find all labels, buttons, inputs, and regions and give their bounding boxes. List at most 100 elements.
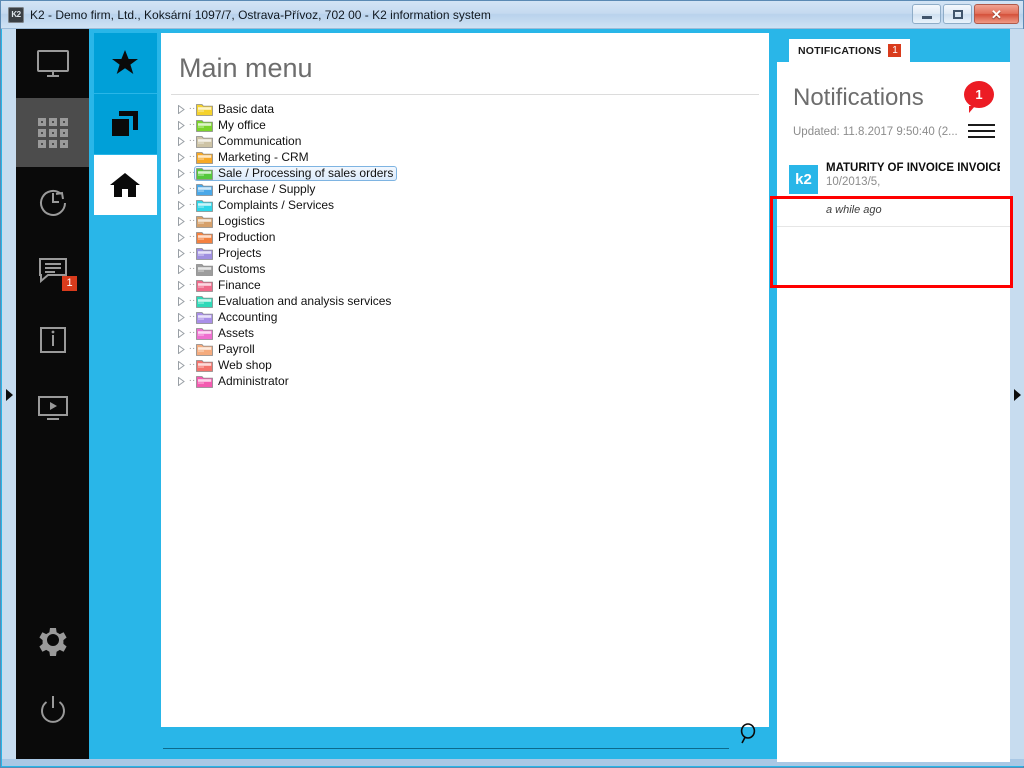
tree-connector: ·· — [188, 343, 196, 354]
tree-item-marketing-crm[interactable]: ·· Marketing - CRM — [173, 149, 769, 165]
folder-icon — [196, 374, 213, 388]
expand-arrow-icon[interactable] — [175, 184, 188, 194]
notification-item[interactable]: k2 MATURITY OF INVOICE INVOICES O... 10/20… — [777, 154, 1010, 227]
tree-item-basic-data[interactable]: ·· Basic data — [173, 101, 769, 117]
rail-item-messages[interactable]: 1 — [16, 236, 89, 305]
tree-item-communication[interactable]: ·· Communication — [173, 133, 769, 149]
notification-avatar: k2 — [789, 165, 818, 194]
rail-item-info[interactable] — [16, 305, 89, 374]
tree-item-purchase-supply[interactable]: ·· Purchase / Supply — [173, 181, 769, 197]
tree-item-complaints-services[interactable]: ·· Complaints / Services — [173, 197, 769, 213]
expand-arrow-icon[interactable] — [175, 232, 188, 242]
expand-arrow-icon[interactable] — [175, 152, 188, 162]
hamburger-menu-icon[interactable] — [968, 124, 995, 142]
tree-item-label: Evaluation and analysis services — [218, 294, 392, 308]
tree-connector: ·· — [188, 375, 196, 386]
expand-arrow-icon[interactable] — [175, 248, 188, 258]
tree-item-content: Customs — [196, 262, 265, 277]
tree-item-payroll[interactable]: ·· Payroll — [173, 341, 769, 357]
notification-title: MATURITY OF INVOICE INVOICES O... — [826, 162, 1000, 174]
rail-item-media[interactable] — [16, 374, 89, 443]
magnifier-icon — [740, 723, 756, 744]
power-icon — [40, 695, 65, 723]
folder-icon — [196, 278, 213, 292]
search-button[interactable] — [735, 719, 761, 749]
hamburger-line — [968, 124, 995, 126]
tree-item-finance[interactable]: ·· Finance — [173, 277, 769, 293]
rail-item-desktop[interactable] — [16, 29, 89, 98]
tree-connector: ·· — [188, 135, 196, 146]
expand-arrow-icon[interactable] — [175, 216, 188, 226]
folder-icon — [196, 182, 213, 196]
minimize-button[interactable] — [912, 4, 941, 24]
rail-item-history[interactable] — [16, 167, 89, 236]
tree-item-label: My office — [218, 118, 266, 132]
right-panel-expander[interactable] — [1010, 29, 1024, 761]
expand-arrow-icon[interactable] — [175, 328, 188, 338]
expand-arrow-icon[interactable] — [175, 104, 188, 114]
tree-item-my-office[interactable]: ·· My office — [173, 117, 769, 133]
tree-item-content: Accounting — [196, 310, 277, 325]
expand-arrow-icon[interactable] — [175, 376, 188, 386]
hamburger-line — [968, 136, 995, 138]
window-title: K2 - Demo firm, Ltd., Koksární 1097/7, O… — [30, 7, 491, 22]
notification-timestamp: a while ago — [826, 204, 882, 216]
close-button[interactable]: ✕ — [974, 4, 1019, 24]
maximize-button[interactable] — [943, 4, 972, 24]
tree-item-content: Communication — [196, 134, 301, 149]
expand-arrow-icon[interactable] — [175, 120, 188, 130]
expand-arrow-icon[interactable] — [175, 136, 188, 146]
expand-arrow-icon[interactable] — [175, 200, 188, 210]
tree-item-content: Marketing - CRM — [196, 150, 309, 165]
expand-arrow-icon[interactable] — [175, 280, 188, 290]
tree-item-web-shop[interactable]: ·· Web shop — [173, 357, 769, 373]
expand-arrow-icon[interactable] — [175, 360, 188, 370]
expand-arrow-icon[interactable] — [175, 344, 188, 354]
search-input[interactable] — [163, 724, 729, 749]
rail-item-apps[interactable] — [16, 98, 89, 167]
nav-item-home[interactable] — [93, 155, 157, 216]
home-icon — [110, 173, 140, 197]
expand-arrow-icon[interactable] — [175, 264, 188, 274]
tree-item-customs[interactable]: ·· Customs — [173, 261, 769, 277]
folder-icon — [196, 214, 213, 228]
gear-icon — [38, 627, 67, 656]
close-icon: ✕ — [991, 6, 1002, 22]
nav-item-open-windows[interactable] — [93, 94, 157, 155]
rail-item-settings[interactable] — [16, 605, 89, 674]
folder-icon — [196, 358, 213, 372]
tree-item-logistics[interactable]: ·· Logistics — [173, 213, 769, 229]
app-icon-label: K2 — [11, 10, 21, 19]
tree-item-content: Finance — [196, 278, 261, 293]
windows-stack-icon — [112, 111, 138, 136]
tree-item-assets[interactable]: ·· Assets — [173, 325, 769, 341]
tree-connector: ·· — [188, 279, 196, 290]
tree-item-content: Basic data — [196, 102, 274, 117]
tree-item-production[interactable]: ·· Production — [173, 229, 769, 245]
notification-subtitle: 10/2013/5, — [826, 176, 881, 188]
tree-item-evaluation-and-analysis-services[interactable]: ·· Evaluation and analysis services — [173, 293, 769, 309]
tree-connector: ·· — [188, 151, 196, 162]
folder-icon — [196, 310, 213, 324]
tree-item-accounting[interactable]: ·· Accounting — [173, 309, 769, 325]
tree-item-label: Payroll — [218, 342, 255, 356]
tree-item-administrator[interactable]: ·· Administrator — [173, 373, 769, 389]
monitor-icon — [36, 49, 69, 77]
main-menu-panel: Main menu ·· Basic data ·· My office ·· Commu… — [161, 33, 769, 727]
expand-arrow-icon[interactable] — [175, 168, 188, 178]
tree-item-label: Purchase / Supply — [218, 182, 316, 196]
rail-item-power[interactable] — [16, 674, 89, 743]
tree-item-content: Purchase / Supply — [196, 182, 315, 197]
expand-arrow-icon[interactable] — [175, 296, 188, 306]
notifications-panel: Notifications 1 Updated: 11.8.2017 9:50:… — [777, 62, 1010, 762]
tree-item-projects[interactable]: ·· Projects — [173, 245, 769, 261]
left-panel-expander[interactable] — [2, 29, 16, 761]
tree-item-label: Communication — [218, 134, 302, 148]
notification-body: MATURITY OF INVOICE INVOICES O... 10/2013… — [826, 162, 1000, 216]
expand-arrow-icon[interactable] — [175, 312, 188, 322]
tree-item-sale-processing-of-sales-orders[interactable]: ·· Sale / Processing of sales orders — [173, 165, 769, 181]
folder-icon — [196, 246, 213, 260]
nav-item-favorites[interactable] — [93, 33, 157, 94]
notifications-tab[interactable]: NOTIFICATIONS 1 — [789, 39, 911, 62]
notifications-count-badge: 1 — [964, 81, 994, 113]
